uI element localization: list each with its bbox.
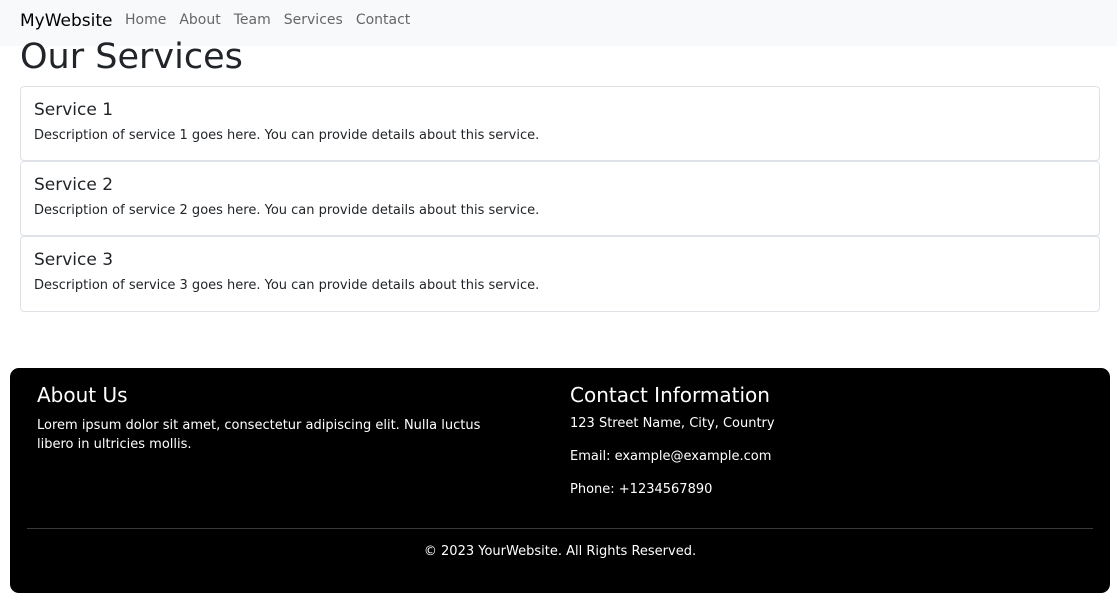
nav-link-home[interactable]: Home (125, 12, 166, 28)
contact-address: 123 Street Name, City, Country (570, 416, 775, 431)
service-description: Description of service 2 goes here. You … (34, 203, 540, 218)
nav-link-about[interactable]: About (179, 12, 220, 28)
service-description: Description of service 1 goes here. You … (34, 128, 540, 143)
service-title: Service 3 (34, 250, 114, 270)
nav-link-team[interactable]: Team (234, 12, 271, 28)
contact-title: Contact Information (570, 383, 770, 407)
service-card: Service 1 Description of service 1 goes … (20, 86, 1100, 161)
service-card: Service 2 Description of service 2 goes … (20, 161, 1100, 236)
page-title: Our Services (20, 37, 243, 77)
service-title: Service 2 (34, 175, 114, 195)
service-card: Service 3 Description of service 3 goes … (20, 236, 1100, 312)
footer: About Us Lorem ipsum dolor sit amet, con… (10, 368, 1110, 593)
about-text: Lorem ipsum dolor sit amet, consectetur … (37, 418, 481, 452)
footer-divider (27, 528, 1093, 529)
service-title: Service 1 (34, 100, 114, 120)
contact-phone: Phone: +1234567890 (570, 482, 713, 497)
nav-link-services[interactable]: Services (284, 12, 343, 28)
service-description: Description of service 3 goes here. You … (34, 278, 540, 293)
contact-email: Email: example@example.com (570, 449, 772, 464)
about-title: About Us (37, 383, 128, 407)
brand-link[interactable]: MyWebsite (20, 11, 113, 31)
copyright: © 2023 YourWebsite. All Rights Reserved. (423, 544, 697, 559)
nav-link-contact[interactable]: Contact (356, 12, 410, 28)
nav-links: Home About Team Services Contact (125, 12, 423, 28)
